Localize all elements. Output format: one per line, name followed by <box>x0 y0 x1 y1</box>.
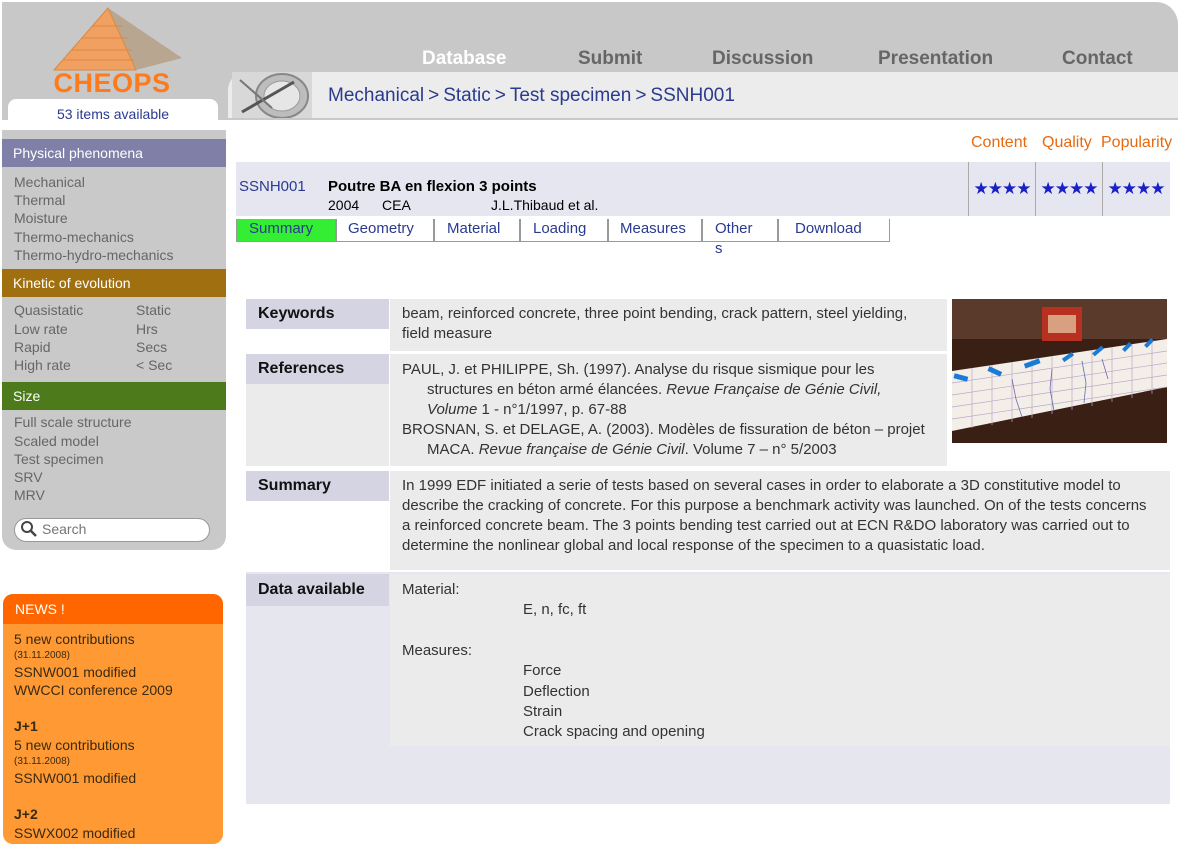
news-line: 5 new contributions <box>14 737 135 753</box>
sidebar-item-mrv[interactable]: MRV <box>14 487 45 503</box>
tab-measures-label[interactable]: Measures <box>620 219 692 259</box>
material-title: Material: <box>402 581 460 598</box>
news-line: 5 new contributions <box>14 631 135 647</box>
sidebar-item-quasistatic[interactable]: Quasistatic <box>14 302 83 318</box>
keywords-label: Keywords <box>246 299 389 329</box>
measure-item: Deflection <box>523 683 590 700</box>
sidebar-item-full-scale[interactable]: Full scale structure <box>14 414 131 430</box>
news-heading: NEWS ! <box>3 594 223 624</box>
site-logo[interactable]: CHEOPS <box>0 68 224 99</box>
breadcrumb-mechanical[interactable]: Mechanical <box>328 85 424 106</box>
news-line[interactable]: SSWX002 modified <box>14 825 135 841</box>
rating-label-quality[interactable]: Quality <box>1042 134 1092 152</box>
tab-material-label[interactable]: Material <box>447 219 507 259</box>
measure-item: Strain <box>523 703 563 720</box>
summary-value: In 1999 EDF initiated a serie of tests b… <box>390 471 1170 570</box>
sidebar-item-static[interactable]: Static <box>136 302 171 318</box>
news-line[interactable]: SSNW001 modified <box>14 770 136 786</box>
nav-submit[interactable]: Submit <box>578 48 642 70</box>
breadcrumb-separator: > <box>428 85 440 106</box>
sidebar-item-thermo-mechanics[interactable]: Thermo-mechanics <box>14 229 134 245</box>
specimen-photo <box>952 299 1167 443</box>
references-label-spacer <box>246 384 389 466</box>
tab-geometry-label[interactable]: Geometry <box>348 219 416 259</box>
rating-stars-content: ★★★★ <box>968 162 1035 216</box>
tab-loading-label[interactable]: Loading <box>533 219 589 259</box>
summary-label: Summary <box>246 471 389 501</box>
reference-item: BROSNAN, S. et DELAGE, A. (2003). Modèle… <box>402 420 935 460</box>
sidebar-item-high-rate[interactable]: High rate <box>14 357 71 373</box>
news-section-heading: J+2 <box>14 806 38 822</box>
reference-item: PAUL, J. et PHILIPPE, Sh. (1997). Analys… <box>402 360 935 420</box>
reference-journal: Revue Française de Génie Civil <box>666 381 878 398</box>
breadcrumb-separator: > <box>635 85 647 106</box>
breadcrumb-current[interactable]: SSNH001 <box>650 85 735 106</box>
sidebar-item-mechanical[interactable]: Mechanical <box>14 174 85 190</box>
news-line[interactable]: SSNW001 modified <box>14 664 136 680</box>
nav-database[interactable]: Database <box>422 48 507 70</box>
sidebar-heading-kinetic: Kinetic of evolution <box>2 269 226 297</box>
sidebar-item-secs[interactable]: Secs <box>136 339 167 355</box>
breadcrumb-static[interactable]: Static <box>443 85 491 106</box>
top-navigation: Database Submit Discussion Presentation … <box>390 48 1170 70</box>
measures-title: Measures: <box>402 642 473 659</box>
items-available-count: 53 items available <box>8 99 218 129</box>
reference-text: 1 - n°1/1997, p. 67-88 <box>477 401 627 418</box>
rating-stars-quality: ★★★★ <box>1035 162 1102 216</box>
sidebar-item-rapid[interactable]: Rapid <box>14 339 51 355</box>
sidebar-item-hrs[interactable]: Hrs <box>136 321 158 337</box>
breadcrumb: Mechanical > Static > Test specimen > SSNH001 <box>328 85 735 107</box>
nav-contact[interactable]: Contact <box>1062 48 1133 70</box>
references-value: PAUL, J. et PHILIPPE, Sh. (1997). Analys… <box>390 354 947 466</box>
sidebar-item-srv[interactable]: SRV <box>14 469 43 485</box>
search-input[interactable] <box>42 520 202 538</box>
tab-summary-label[interactable]: Summary <box>249 219 321 259</box>
rating-label-content[interactable]: Content <box>971 134 1027 152</box>
search-icon[interactable] <box>20 520 38 538</box>
data-available-label: Data available <box>246 574 389 606</box>
item-title: Poutre BA en flexion 3 points <box>328 178 537 195</box>
keywords-value: beam, reinforced concrete, three point b… <box>390 299 947 351</box>
item-authors: J.L.Thibaud et al. <box>491 197 599 213</box>
measure-item: Crack spacing and opening <box>523 723 705 740</box>
nav-presentation[interactable]: Presentation <box>878 48 993 70</box>
news-line[interactable]: WWCCI conference 2009 <box>14 682 173 698</box>
references-label: References <box>246 354 389 384</box>
reference-journal: Revue française de Génie Civil <box>478 441 685 458</box>
nav-discussion[interactable]: Discussion <box>712 48 813 70</box>
sidebar-heading-physical: Physical phenomena <box>2 139 226 167</box>
compass-icon <box>232 72 312 118</box>
news-section-heading: J+1 <box>14 718 38 734</box>
rating-stars-popularity: ★★★★ <box>1102 162 1169 216</box>
sidebar-item-moisture[interactable]: Moisture <box>14 210 68 226</box>
news-date: (31.11.2008) <box>14 756 70 767</box>
data-available-value <box>390 574 1170 746</box>
sidebar-item-thermo-hydro-mechanics[interactable]: Thermo-hydro-mechanics <box>14 247 174 263</box>
sidebar-item-low-rate[interactable]: Low rate <box>14 321 68 337</box>
tab-download-label[interactable]: Download <box>795 219 883 259</box>
sidebar-item-thermal[interactable]: Thermal <box>14 192 65 208</box>
breadcrumb-separator: > <box>494 85 506 106</box>
item-organization: CEA <box>382 197 411 213</box>
reference-text: . Volume 7 – n° 5/2003 <box>684 441 837 458</box>
breadcrumb-test-specimen[interactable]: Test specimen <box>510 85 631 106</box>
material-values: E, n, fc, ft <box>523 601 587 618</box>
item-code[interactable]: SSNH001 <box>239 178 306 195</box>
measure-item: Force <box>523 662 562 679</box>
rating-label-popularity[interactable]: Popularity <box>1101 134 1172 152</box>
sidebar-item-sub-sec[interactable]: < Sec <box>136 357 172 373</box>
tab-others-label[interactable]: Others <box>715 219 757 259</box>
pyramid-logo-icon <box>52 7 182 71</box>
sidebar-heading-size: Size <box>2 382 226 410</box>
news-date: (31.11.2008) <box>14 650 70 661</box>
item-year: 2004 <box>328 197 360 213</box>
sidebar-item-scaled-model[interactable]: Scaled model <box>14 433 99 449</box>
sidebar-item-test-specimen[interactable]: Test specimen <box>14 451 103 467</box>
